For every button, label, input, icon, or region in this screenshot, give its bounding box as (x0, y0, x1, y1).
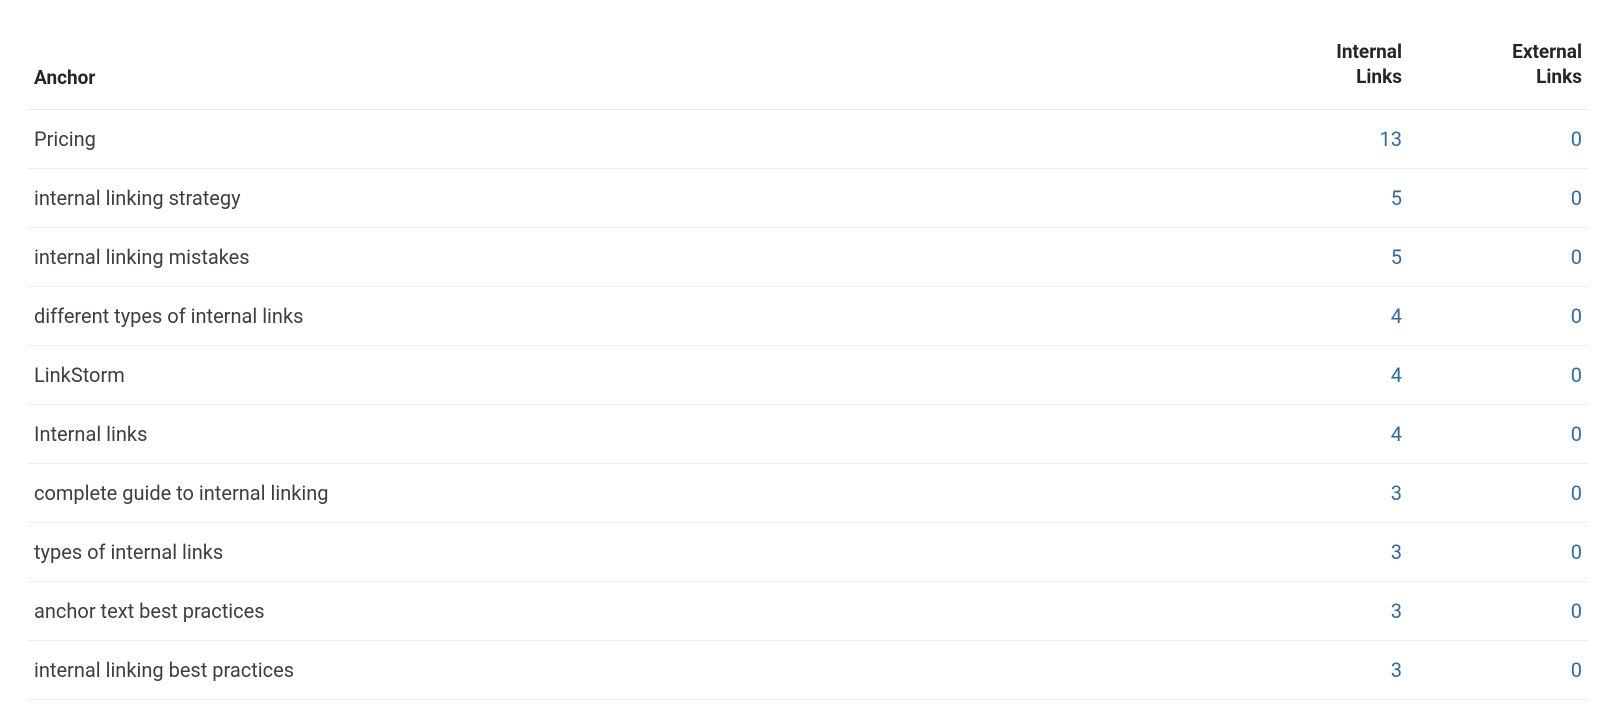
internal-links-value[interactable]: 4 (1391, 422, 1402, 446)
external-links-value[interactable]: 0 (1571, 658, 1582, 682)
external-links-cell: 0 (1408, 582, 1588, 641)
anchor-cell: LinkStorm (28, 346, 1228, 405)
internal-links-cell: 4 (1228, 346, 1408, 405)
internal-links-value[interactable]: 4 (1391, 304, 1402, 328)
internal-links-value[interactable]: 3 (1391, 481, 1402, 505)
table-body: Pricing 13 0 internal linking strategy 5… (28, 110, 1588, 700)
anchor-cell: Pricing (28, 110, 1228, 169)
external-links-value[interactable]: 0 (1571, 363, 1582, 387)
table-header-row: Anchor Internal Links External Links (28, 24, 1588, 110)
internal-links-cell: 13 (1228, 110, 1408, 169)
table-row: anchor text best practices 3 0 (28, 582, 1588, 641)
internal-links-cell: 3 (1228, 464, 1408, 523)
table-row: internal linking mistakes 5 0 (28, 228, 1588, 287)
external-links-cell: 0 (1408, 169, 1588, 228)
internal-links-value[interactable]: 4 (1391, 363, 1402, 387)
table-row: LinkStorm 4 0 (28, 346, 1588, 405)
internal-links-value[interactable]: 5 (1391, 186, 1402, 210)
header-external-links[interactable]: External Links (1408, 24, 1588, 110)
external-links-cell: 0 (1408, 523, 1588, 582)
internal-links-value[interactable]: 3 (1391, 599, 1402, 623)
external-links-cell: 0 (1408, 464, 1588, 523)
anchors-table: Anchor Internal Links External Links Pri… (28, 24, 1588, 700)
external-links-cell: 0 (1408, 287, 1588, 346)
internal-links-value[interactable]: 3 (1391, 540, 1402, 564)
header-anchor-label: Anchor (34, 66, 95, 89)
external-links-cell: 0 (1408, 228, 1588, 287)
anchor-cell: internal linking mistakes (28, 228, 1228, 287)
header-external-line2: Links (1414, 65, 1582, 90)
internal-links-cell: 3 (1228, 523, 1408, 582)
external-links-value[interactable]: 0 (1571, 599, 1582, 623)
anchor-cell: internal linking best practices (28, 641, 1228, 700)
internal-links-cell: 4 (1228, 287, 1408, 346)
header-anchor[interactable]: Anchor (28, 24, 1228, 110)
table-row: internal linking best practices 3 0 (28, 641, 1588, 700)
table-row: different types of internal links 4 0 (28, 287, 1588, 346)
anchor-cell: different types of internal links (28, 287, 1228, 346)
header-internal-line1: Internal (1234, 40, 1402, 65)
external-links-cell: 0 (1408, 405, 1588, 464)
external-links-value[interactable]: 0 (1571, 540, 1582, 564)
internal-links-cell: 3 (1228, 582, 1408, 641)
table-row: Pricing 13 0 (28, 110, 1588, 169)
external-links-cell: 0 (1408, 346, 1588, 405)
external-links-cell: 0 (1408, 110, 1588, 169)
table-row: Internal links 4 0 (28, 405, 1588, 464)
external-links-value[interactable]: 0 (1571, 245, 1582, 269)
internal-links-value[interactable]: 3 (1391, 658, 1402, 682)
external-links-value[interactable]: 0 (1571, 481, 1582, 505)
anchor-cell: anchor text best practices (28, 582, 1228, 641)
header-internal-line2: Links (1234, 65, 1402, 90)
internal-links-cell: 5 (1228, 169, 1408, 228)
internal-links-cell: 5 (1228, 228, 1408, 287)
anchor-cell: Internal links (28, 405, 1228, 464)
external-links-value[interactable]: 0 (1571, 127, 1582, 151)
internal-links-cell: 4 (1228, 405, 1408, 464)
header-internal-links[interactable]: Internal Links (1228, 24, 1408, 110)
table-row: types of internal links 3 0 (28, 523, 1588, 582)
table-row: complete guide to internal linking 3 0 (28, 464, 1588, 523)
external-links-value[interactable]: 0 (1571, 422, 1582, 446)
external-links-value[interactable]: 0 (1571, 186, 1582, 210)
internal-links-cell: 3 (1228, 641, 1408, 700)
external-links-cell: 0 (1408, 641, 1588, 700)
internal-links-value[interactable]: 13 (1380, 127, 1402, 151)
internal-links-value[interactable]: 5 (1391, 245, 1402, 269)
anchor-cell: complete guide to internal linking (28, 464, 1228, 523)
external-links-value[interactable]: 0 (1571, 304, 1582, 328)
anchor-cell: types of internal links (28, 523, 1228, 582)
table-row: internal linking strategy 5 0 (28, 169, 1588, 228)
header-external-line1: External (1414, 40, 1582, 65)
anchor-cell: internal linking strategy (28, 169, 1228, 228)
